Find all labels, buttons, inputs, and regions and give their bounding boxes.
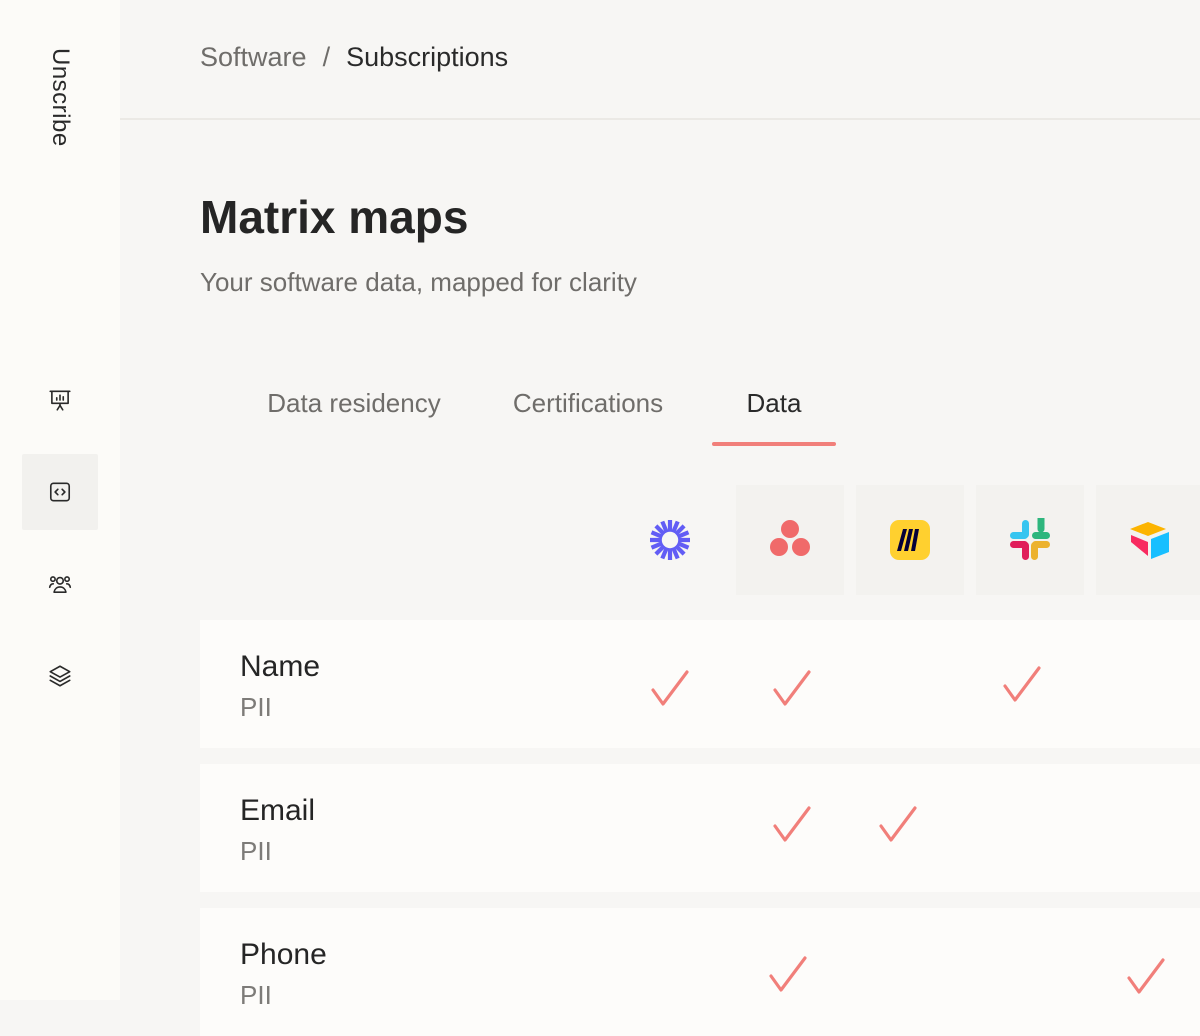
check-icon — [1002, 666, 1042, 706]
tab-data[interactable]: Data — [712, 380, 836, 446]
check-icon — [878, 806, 918, 846]
matrix-row-name: Name PII — [200, 620, 1200, 748]
sidebar-item-dashboard[interactable] — [22, 362, 98, 438]
tab-label: Data residency — [267, 388, 441, 418]
sidebar-item-users[interactable] — [22, 546, 98, 622]
sidebar-item-software[interactable] — [22, 454, 98, 530]
layers-icon — [49, 665, 71, 687]
tab-certifications[interactable]: Certifications — [488, 380, 688, 446]
app-column-loom[interactable] — [616, 485, 724, 595]
matrix-row-phone: Phone PII — [200, 908, 1200, 1036]
loom-logo-icon — [650, 520, 690, 560]
tab-label: Data — [746, 388, 802, 418]
breadcrumb-parent-link[interactable]: Software — [200, 42, 307, 73]
tab-label: Certifications — [512, 388, 664, 418]
presentation-chart-icon — [49, 390, 71, 411]
breadcrumb: Software / Subscriptions — [200, 42, 508, 73]
users-icon — [48, 576, 72, 593]
page-subtitle: Your software data, mapped for clarity — [200, 267, 637, 297]
app-column-slack[interactable] — [976, 485, 1084, 595]
top-bar: Software / Subscriptions — [120, 0, 1200, 120]
check-icon — [768, 956, 808, 996]
brand-name: Unscribe — [47, 48, 74, 147]
tab-bar: Data residency Certifications Data — [200, 380, 1200, 446]
brand-logo[interactable]: Unscribe — [40, 48, 80, 168]
miro-logo-icon — [890, 520, 930, 560]
breadcrumb-separator: / — [322, 42, 331, 72]
check-icon — [772, 806, 812, 846]
check-icon — [772, 670, 812, 710]
matrix-row-email: Email PII — [200, 764, 1200, 892]
asana-logo-icon — [770, 520, 810, 556]
airtable-logo-icon — [1130, 522, 1169, 559]
app-column-miro[interactable] — [856, 485, 964, 595]
row-category: PII — [240, 980, 272, 1010]
row-title: Name — [240, 650, 321, 683]
sidebar-item-integrations[interactable] — [22, 638, 98, 714]
tab-data-residency[interactable]: Data residency — [220, 380, 488, 446]
app-column-airtable[interactable] — [1096, 485, 1200, 595]
row-category: PII — [240, 836, 272, 866]
row-title: Phone — [240, 938, 327, 971]
code-icon — [49, 482, 71, 502]
app-column-asana[interactable] — [736, 485, 844, 595]
slack-logo-icon — [1010, 518, 1050, 560]
page-title: Matrix maps — [200, 191, 469, 243]
row-title: Email — [240, 794, 316, 827]
sidebar: Unscribe — [0, 0, 120, 1000]
check-icon — [650, 670, 690, 710]
row-category: PII — [240, 692, 272, 722]
breadcrumb-current: Subscriptions — [346, 42, 509, 72]
check-icon — [1126, 958, 1166, 998]
